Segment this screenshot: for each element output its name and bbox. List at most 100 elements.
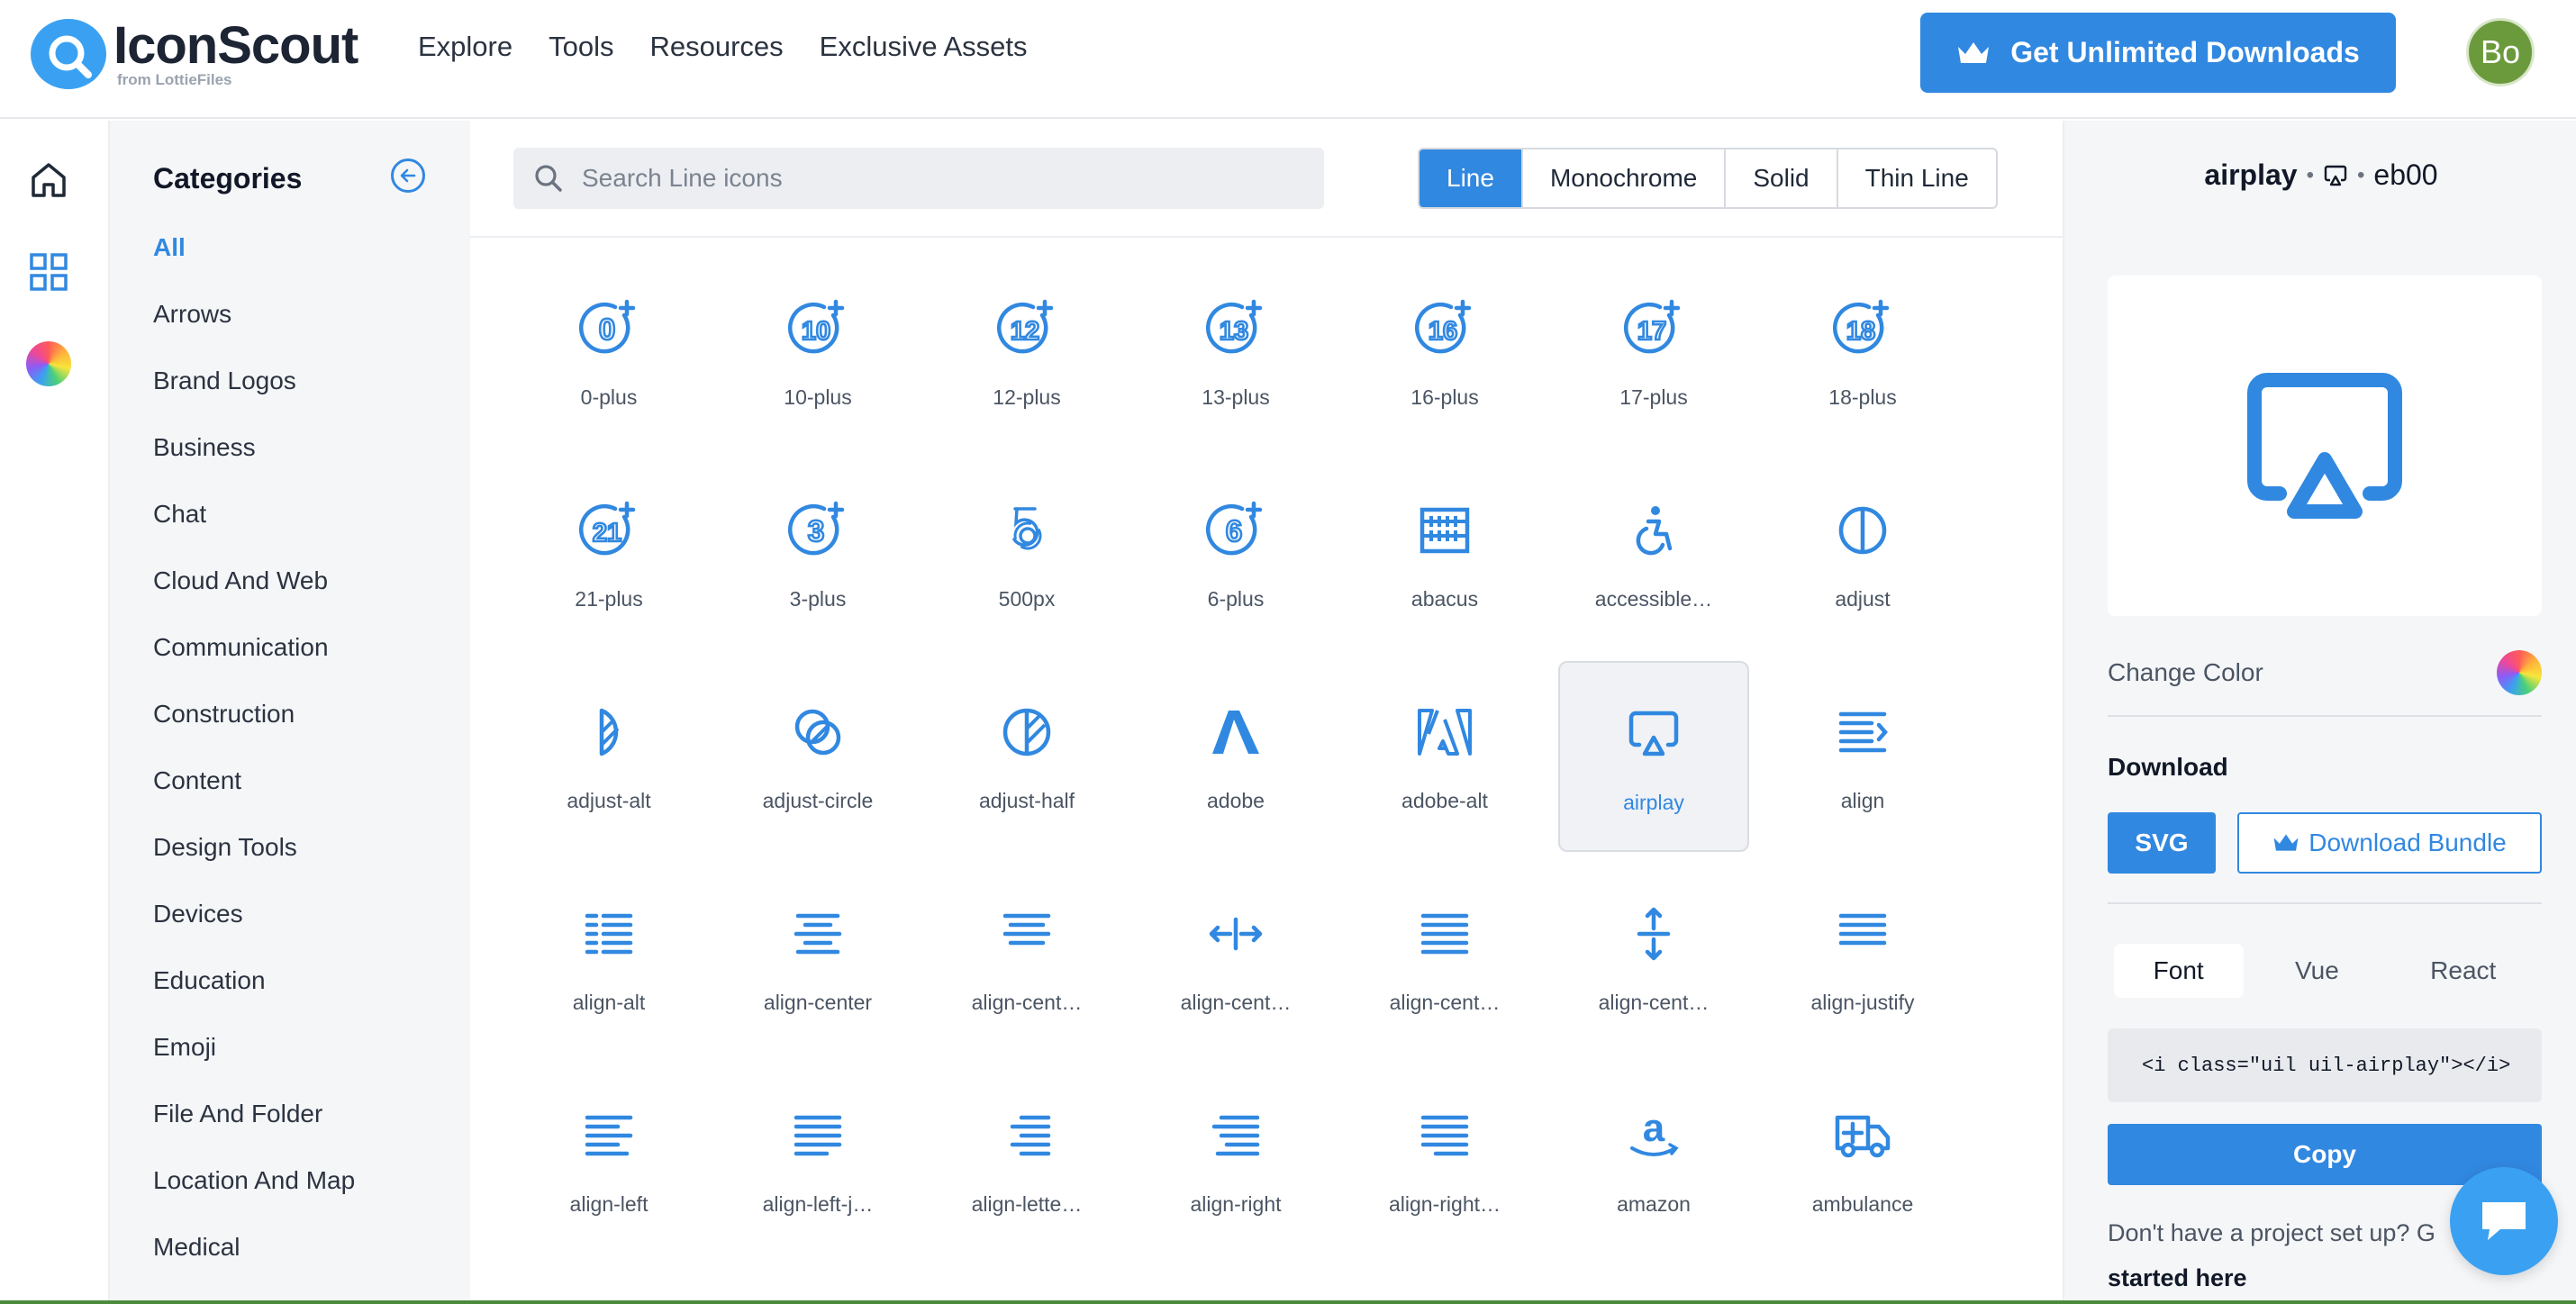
align-justify-icon — [1831, 902, 1894, 965]
icon-label: align-right — [1190, 1192, 1282, 1216]
icon-label: amazon — [1617, 1192, 1691, 1216]
adjust-circle-icon — [786, 701, 849, 764]
icon-label: adjust-half — [978, 789, 1075, 812]
icon-label: accessible… — [1594, 587, 1713, 611]
svg-text:10: 10 — [802, 317, 830, 346]
category-item[interactable]: Medical — [153, 1232, 355, 1299]
align-center-justify-icon — [1413, 902, 1476, 965]
icon-tile[interactable]: 21 21-plus — [513, 459, 704, 650]
framework-tab[interactable]: Vue — [2255, 944, 2379, 998]
category-item[interactable]: Devices — [153, 899, 355, 965]
icon-tile[interactable]: abacus — [1349, 459, 1540, 650]
align-letter-rtl-icon — [995, 1104, 1058, 1167]
framework-tab[interactable]: React — [2390, 944, 2535, 998]
icon-label: adobe-alt — [1401, 789, 1488, 812]
icon-tile[interactable]: align-cent… — [1558, 863, 1749, 1054]
search-bar — [513, 148, 1324, 209]
icon-tile[interactable]: adjust-half — [931, 661, 1122, 852]
12-plus-icon: 12 — [995, 297, 1058, 360]
iconscout-logo[interactable]: IconScout from LottieFiles — [31, 18, 382, 90]
icon-tile[interactable]: adjust-alt — [513, 661, 704, 852]
color-picker-icon[interactable] — [2497, 650, 2542, 695]
category-item[interactable]: Cloud And Web — [153, 566, 355, 632]
svg-download-button[interactable]: SVG — [2108, 812, 2216, 874]
icon-tile[interactable]: 6 6-plus — [1140, 459, 1331, 650]
icon-tile[interactable]: 12 12-plus — [931, 258, 1122, 448]
category-item[interactable]: Arrows — [153, 299, 355, 366]
category-item[interactable]: Location And Map — [153, 1165, 355, 1232]
icon-tile[interactable]: ambulance — [1767, 1064, 1958, 1255]
icon-tile[interactable]: align-left-j… — [722, 1064, 913, 1255]
icon-label: 6-plus — [1207, 587, 1265, 611]
icon-tile[interactable]: align-lette… — [931, 1064, 1122, 1255]
icon-tile[interactable]: adobe — [1140, 661, 1331, 852]
icon-label: adobe — [1207, 789, 1265, 812]
icon-tile[interactable]: align — [1767, 661, 1958, 852]
grid-icon[interactable] — [25, 249, 72, 295]
icon-tile[interactable]: align-cent… — [1140, 863, 1331, 1054]
nav-explore[interactable]: Explore — [418, 31, 512, 63]
category-item[interactable]: Chat — [153, 499, 355, 566]
icon-tile[interactable]: 18 18-plus — [1767, 258, 1958, 448]
icon-tile[interactable]: align-right — [1140, 1064, 1331, 1255]
icon-tile[interactable]: airplay — [1558, 661, 1749, 852]
icon-tile[interactable]: align-alt — [513, 863, 704, 1054]
icon-tile[interactable]: 13 13-plus — [1140, 258, 1331, 448]
framework-tab[interactable]: Font — [2113, 944, 2244, 998]
icon-tile[interactable]: 17 17-plus — [1558, 258, 1749, 448]
nav-exclusive-assets[interactable]: Exclusive Assets — [820, 31, 1028, 63]
style-tab[interactable]: Solid — [1724, 149, 1836, 207]
icon-tile[interactable]: adobe-alt — [1349, 661, 1540, 852]
align-alt-icon — [577, 902, 640, 965]
get-unlimited-downloads-button[interactable]: Get Unlimited Downloads — [1920, 13, 2396, 93]
category-item[interactable]: Design Tools — [153, 832, 355, 899]
svg-text:17: 17 — [1637, 317, 1666, 346]
icon-label: 13-plus — [1202, 385, 1270, 409]
icon-tile[interactable]: adjust — [1767, 459, 1958, 650]
category-item[interactable]: Brand Logos — [153, 366, 355, 432]
style-tab[interactable]: Line — [1420, 149, 1521, 207]
collapse-sidebar-icon[interactable] — [391, 158, 425, 193]
icon-tile[interactable]: align-justify — [1767, 863, 1958, 1054]
change-color-row[interactable]: Change Color — [2108, 650, 2542, 695]
search-input[interactable] — [582, 164, 1302, 193]
icon-tile[interactable]: 3 3-plus — [722, 459, 913, 650]
icon-tile[interactable]: align-cent… — [931, 863, 1122, 1054]
icon-tile[interactable]: a amazon — [1558, 1064, 1749, 1255]
home-icon[interactable] — [25, 157, 72, 204]
code-snippet[interactable]: <i class="uil uil-airplay"></i> — [2108, 1028, 2542, 1102]
category-item[interactable]: Construction — [153, 699, 355, 765]
user-avatar[interactable]: Bo — [2466, 18, 2535, 86]
logo-tagline: from LottieFiles — [117, 71, 232, 88]
icon-tile[interactable]: 0 0-plus — [513, 258, 704, 448]
nav-resources[interactable]: Resources — [649, 31, 783, 63]
category-item[interactable]: Emoji — [153, 1032, 355, 1099]
icon-tile[interactable]: adjust-circle — [722, 661, 913, 852]
color-palette-icon[interactable] — [25, 340, 72, 387]
svg-text:a: a — [1643, 1109, 1665, 1150]
category-item[interactable]: Education — [153, 965, 355, 1032]
icon-tile[interactable]: 10 10-plus — [722, 258, 913, 448]
download-bundle-button[interactable]: Download Bundle — [2237, 812, 2542, 874]
icon-tile[interactable]: align-left — [513, 1064, 704, 1255]
icon-tile[interactable]: 500px — [931, 459, 1122, 650]
nav-tools[interactable]: Tools — [549, 31, 613, 63]
category-item[interactable]: All — [153, 232, 355, 299]
category-item[interactable]: Communication — [153, 632, 355, 699]
get-started-link[interactable]: started here — [2108, 1264, 2247, 1291]
style-tab[interactable]: Monochrome — [1520, 149, 1724, 207]
style-tab[interactable]: Thin Line — [1836, 149, 1996, 207]
icon-tile[interactable]: align-cent… — [1349, 863, 1540, 1054]
category-item[interactable]: Business — [153, 432, 355, 499]
chat-support-button[interactable] — [2450, 1167, 2558, 1275]
icon-tile[interactable]: align-right… — [1349, 1064, 1540, 1255]
category-item[interactable]: Content — [153, 765, 355, 832]
separator-dot: • — [2306, 162, 2314, 187]
category-item[interactable]: File And Folder — [153, 1099, 355, 1165]
icon-tile[interactable]: align-center — [722, 863, 913, 1054]
icon-preview — [2108, 276, 2542, 616]
svg-text:16: 16 — [1429, 317, 1457, 346]
icon-tile[interactable]: 16 16-plus — [1349, 258, 1540, 448]
icon-tile[interactable]: accessible… — [1558, 459, 1749, 650]
icon-label: align-right… — [1389, 1192, 1501, 1216]
